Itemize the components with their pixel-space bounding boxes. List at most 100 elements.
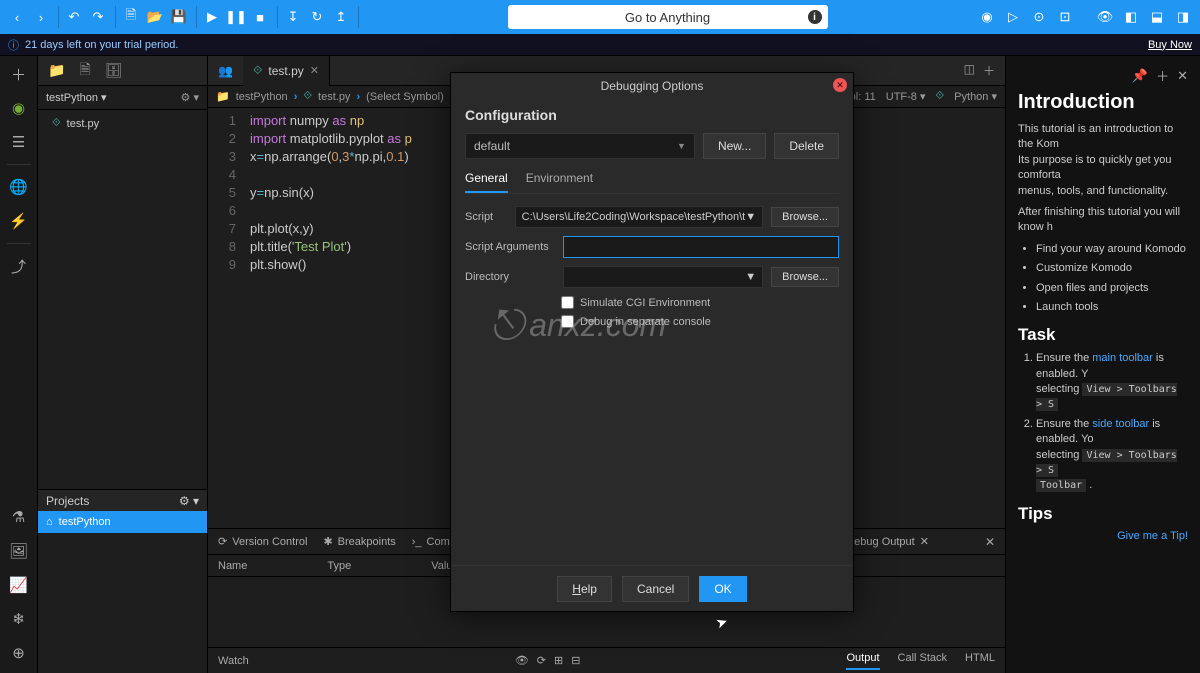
list-item: Launch tools [1036,300,1188,315]
tab-db-icon[interactable]: 🗄 [105,62,123,79]
record-icon[interactable]: ◉ [976,6,998,28]
tab-callstack[interactable]: Call Stack [898,652,948,670]
new-file-icon[interactable]: 🗎 [120,6,142,28]
globe2-icon[interactable]: ⊕ [7,641,31,665]
goto-anything-input[interactable]: Go to Anything i [508,5,828,29]
close-icon[interactable]: ✕ [833,78,847,92]
active-project-bar[interactable]: ⌂ testPython [38,511,207,533]
add-icon[interactable]: ＋ [7,62,31,86]
redo-icon[interactable]: ↷ [87,6,109,28]
buy-now-link[interactable]: Buy Now [1148,39,1192,51]
python-icon[interactable]: ◉ [7,96,31,120]
split-icon[interactable]: ◫ [964,62,975,79]
language-indicator[interactable]: Python ▾ [954,90,997,103]
close-icon[interactable]: ✕ [920,535,929,548]
browse-directory-button[interactable]: Browse... [771,267,839,287]
group-icon[interactable]: 👥 [218,64,233,78]
add-icon[interactable]: ⊞ [554,654,563,667]
gear-icon[interactable]: ⚙ ▾ [181,91,199,104]
nav-back-icon[interactable]: ‹ [6,6,28,28]
step-out-icon[interactable]: ↥ [330,6,352,28]
macro-save-icon[interactable]: ⊡ [1054,6,1076,28]
line-gutter: 123456789 [208,108,244,528]
side-toolbar: ＋ ◉ ☰ 🌐 ⚡ ⤴ ⚗ 🖼 📈 ❄ ⊕ [0,56,38,673]
tab-breakpoints[interactable]: ✱Breakpoints [323,535,395,548]
delete-config-button[interactable]: Delete [774,133,839,159]
view-icon[interactable]: 👁 [1094,6,1116,28]
panel-bottom-icon[interactable]: ⬓ [1146,6,1168,28]
globe-icon[interactable]: 🌐 [7,175,31,199]
tab-version-control[interactable]: ⟳Version Control [218,535,307,548]
tab-general[interactable]: General [465,171,508,193]
panel-right-icon[interactable]: ◨ [1172,6,1194,28]
goto-placeholder: Go to Anything [625,10,710,25]
bolt-icon[interactable]: ⚡ [7,209,31,233]
share-icon[interactable]: ⤴ [7,254,31,278]
close-icon[interactable]: ✕ [1177,68,1188,84]
python-file-icon: ⟐ [303,90,312,103]
pause-icon[interactable]: ❚❚ [225,6,247,28]
encoding-indicator[interactable]: UTF-8 ▾ [886,90,926,103]
editor-tab[interactable]: ⟐ test.py ✕ [243,56,330,86]
refresh-icon[interactable]: ⟳ [537,654,546,667]
info-icon: ⓘ [8,37,19,53]
tab-output[interactable]: Output [846,652,879,670]
code-editor[interactable]: import numpy as np import matplotlib.pyp… [244,108,418,528]
separate-console-checkbox[interactable] [561,315,574,328]
script-field[interactable]: C:\Users\Life2Coding\Workspace\testPytho… [515,206,763,228]
step-in-icon[interactable]: ↧ [282,6,304,28]
directory-field[interactable]: ▼ [563,266,763,288]
flask-icon[interactable]: ⚗ [7,505,31,529]
stop-icon[interactable]: ■ [249,6,271,28]
project-selector[interactable]: testPython ▾ ⚙ ▾ [38,86,207,110]
open-file-icon[interactable]: 📂 [144,6,166,28]
close-panel-icon[interactable]: ✕ [985,535,995,549]
add-tab-icon[interactable]: ＋ [983,62,995,79]
watch-tab[interactable]: Watch [218,655,249,667]
cancel-button[interactable]: Cancel [622,576,689,602]
script-arguments-field[interactable] [563,236,839,258]
add-icon[interactable]: ＋ [1156,66,1169,85]
tree-item[interactable]: ⟐ test.py [38,114,207,133]
side-toolbar-link[interactable]: side toolbar [1092,418,1149,430]
macro-next-icon[interactable]: ⊙ [1028,6,1050,28]
close-icon[interactable]: ✕ [310,64,319,77]
tab-files-icon[interactable]: 📁 [48,62,65,79]
remove-icon[interactable]: ⊟ [571,654,580,667]
save-icon[interactable]: 💾 [168,6,190,28]
list-item: Customize Komodo [1036,261,1188,276]
config-heading: Configuration [465,107,839,123]
tab-environment[interactable]: Environment [526,171,593,193]
browse-script-button[interactable]: Browse... [771,207,839,227]
list-icon[interactable]: ☰ [7,130,31,154]
gear-icon[interactable]: ⚙ ▾ [179,494,199,508]
panel-left-icon[interactable]: ◧ [1120,6,1142,28]
tips-heading: Tips [1018,504,1188,524]
tab-debug-output[interactable]: Debug Output ✕ [846,535,929,548]
step-over-icon[interactable]: ↻ [306,6,328,28]
cgi-checkbox[interactable] [561,296,574,309]
ok-button[interactable]: OK [699,576,746,602]
nav-fwd-icon[interactable]: › [30,6,52,28]
tab-html[interactable]: HTML [965,652,995,670]
config-selector[interactable]: default▼ [465,133,695,159]
info-icon[interactable]: i [808,10,822,24]
tab-doc-icon[interactable]: 🗎 [79,59,90,83]
main-toolbar-link[interactable]: main toolbar [1092,352,1153,364]
project-tree: ⟐ test.py [38,110,207,137]
tip-link[interactable]: Give me a Tip! [1018,530,1188,542]
chart-icon[interactable]: 📈 [7,573,31,597]
macro-play-icon[interactable]: ▷ [1002,6,1024,28]
help-button[interactable]: Help [557,576,612,602]
eye-icon[interactable]: 👁 [515,654,529,667]
dialog-titlebar[interactable]: Debugging Options ✕ [451,73,853,99]
home-icon: ⌂ [46,516,53,528]
python-file-icon: ⟐ [936,90,945,103]
snow-icon[interactable]: ❄ [7,607,31,631]
play-icon[interactable]: ▶ [201,6,223,28]
new-config-button[interactable]: New... [703,133,766,159]
image-icon[interactable]: 🖼 [7,539,31,563]
pin-icon[interactable]: 📌 [1132,68,1148,84]
undo-icon[interactable]: ↶ [63,6,85,28]
chevron-right-icon: › [294,91,298,103]
